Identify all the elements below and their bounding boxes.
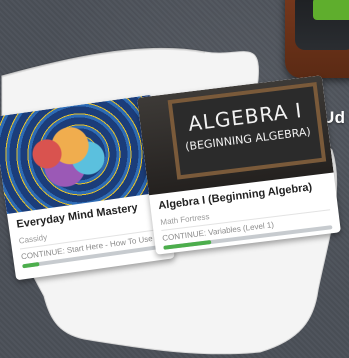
- progress-fill: [22, 261, 40, 269]
- course-thumbnail: ALGEBRA I (BEGINNING ALGEBRA): [137, 75, 334, 196]
- chalkboard-illustration: ALGEBRA I (BEGINNING ALGEBRA): [167, 81, 327, 180]
- course-card-algebra-i[interactable]: ALGEBRA I (BEGINNING ALGEBRA) Algebra I …: [137, 75, 341, 255]
